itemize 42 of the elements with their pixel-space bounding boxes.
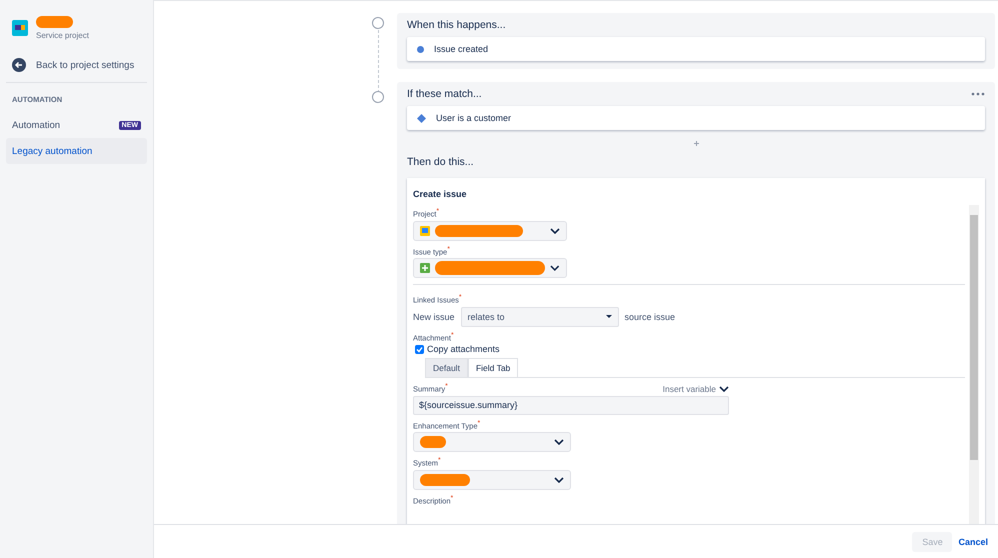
insert-variable-link[interactable]: Insert variable [662, 384, 729, 394]
panel-heading: If these match... [407, 88, 482, 100]
system-select[interactable] [413, 470, 571, 490]
redaction-mark [420, 474, 470, 486]
link-type-select[interactable]: relates to [460, 306, 619, 326]
chevron-down-icon [719, 386, 729, 392]
panel-heading: Then do this... [407, 156, 474, 168]
chevron-down-icon [554, 476, 564, 482]
enhancement-type-select[interactable] [413, 432, 571, 452]
action-title: Create issue [413, 188, 468, 201]
dot-icon [417, 46, 424, 52]
trigger-card[interactable]: Issue created [407, 37, 985, 61]
step-marker [372, 91, 384, 103]
plus-square-icon [420, 263, 430, 273]
step-marker [372, 17, 384, 29]
checkbox[interactable] [415, 344, 424, 354]
link-prefix: New issue [413, 312, 455, 322]
link-suffix: source issue [624, 312, 676, 322]
redaction-mark [36, 16, 73, 28]
project-type: Service project [36, 31, 89, 40]
project-avatar-icon [12, 20, 28, 36]
tab[interactable]: Default [425, 358, 468, 377]
diamond-icon [417, 114, 426, 122]
panel-heading: When this happens... [407, 19, 506, 31]
project-select[interactable] [413, 220, 567, 240]
issue-type-select[interactable] [413, 258, 567, 278]
project-icon [420, 226, 430, 236]
chevron-down-icon [550, 228, 560, 234]
back-link[interactable]: Back to project settings [6, 52, 147, 83]
condition-card[interactable]: User is a customer [407, 106, 985, 130]
dropdown-icon [606, 315, 612, 318]
more-icon[interactable] [971, 92, 985, 96]
chevron-down-icon [554, 439, 564, 445]
scrollbar[interactable] [969, 205, 979, 524]
checkbox-label: Copy attachments [427, 344, 500, 354]
tab[interactable]: Field Tab [468, 358, 518, 377]
redaction-mark [420, 436, 446, 448]
cancel-link[interactable]: Cancel [958, 536, 988, 546]
summary-field[interactable]: ${sourceissue.summary} [413, 396, 729, 414]
nav-item[interactable]: Legacy automation [6, 138, 147, 164]
chevron-down-icon [550, 265, 560, 271]
plus-icon[interactable] [694, 141, 698, 146]
